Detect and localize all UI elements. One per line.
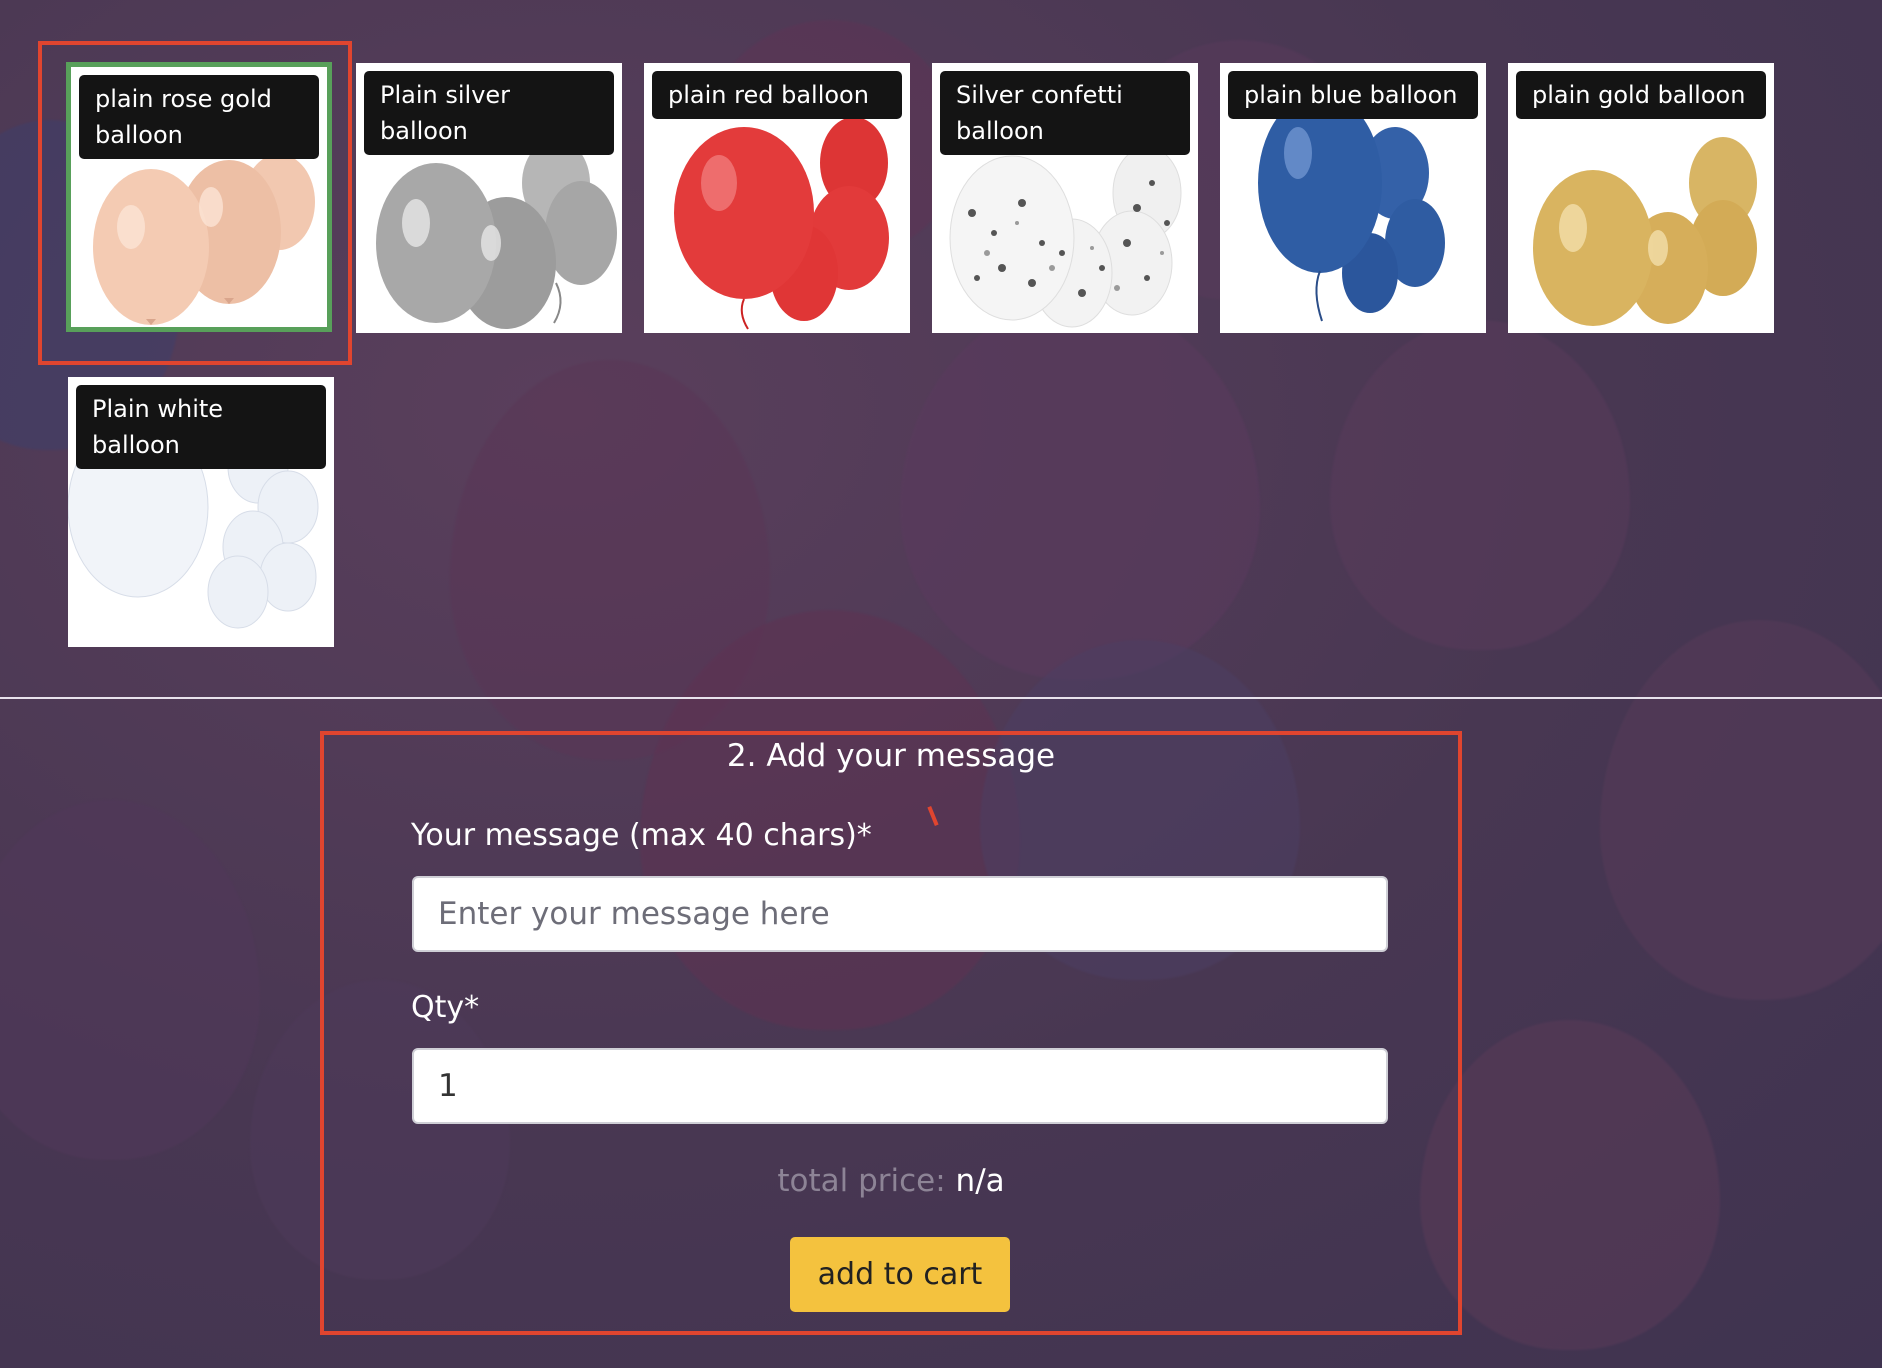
balloon-option-label: plain rose gold balloon xyxy=(79,75,319,159)
balloon-option-blue[interactable]: plain blue balloon xyxy=(1220,63,1486,333)
qty-label: Qty* xyxy=(411,990,480,1025)
total-price-label: total price: xyxy=(777,1163,946,1199)
add-to-cart-button[interactable]: add to cart xyxy=(790,1237,1010,1312)
qty-input[interactable] xyxy=(412,1048,1388,1124)
message-label: Your message (max 40 chars)* xyxy=(411,818,872,853)
balloon-option-rose-gold[interactable]: plain rose gold balloon xyxy=(66,62,332,332)
balloon-option-label: plain blue balloon xyxy=(1228,71,1478,119)
balloon-option-label: Silver confetti balloon xyxy=(940,71,1190,155)
balloon-option-silver-confetti[interactable]: Silver confetti balloon xyxy=(932,63,1198,333)
balloon-option-gold[interactable]: plain gold balloon xyxy=(1508,63,1774,333)
balloon-option-silver[interactable]: Plain silver balloon xyxy=(356,63,622,333)
balloon-option-white[interactable]: Plain white balloon xyxy=(68,377,334,647)
total-price-value: n/a xyxy=(955,1163,1005,1199)
balloon-option-red[interactable]: plain red balloon xyxy=(644,63,910,333)
balloon-option-label: Plain white balloon xyxy=(76,385,326,469)
section-divider xyxy=(0,697,1882,699)
balloon-option-label: plain gold balloon xyxy=(1516,71,1766,119)
balloon-option-label: Plain silver balloon xyxy=(364,71,614,155)
message-input[interactable] xyxy=(412,876,1388,952)
balloon-option-label: plain red balloon xyxy=(652,71,902,119)
total-price: total price: n/a xyxy=(320,1161,1462,1201)
section-title: 2. Add your message xyxy=(726,738,1056,774)
